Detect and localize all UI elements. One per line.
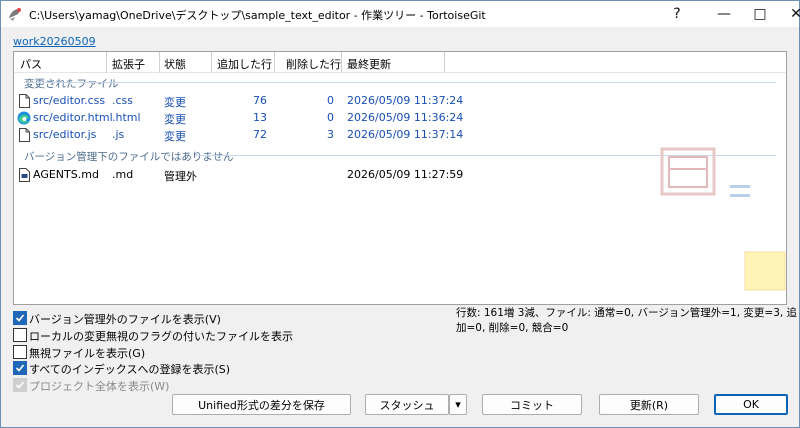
- file-extension: .html: [112, 111, 141, 124]
- file-path: src/editor.css: [33, 94, 106, 107]
- file-path: AGENTS.md: [33, 168, 99, 181]
- commit-button[interactable]: コミット: [482, 394, 582, 415]
- show-ignored-local-changes-label[interactable]: ローカルの変更無視のフラグの付いたファイルを表示: [29, 328, 293, 344]
- column-status[interactable]: 状態: [164, 56, 186, 72]
- group-header-unversioned: バージョン管理下のファイルではありません: [24, 151, 234, 163]
- column-separator[interactable]: [159, 52, 160, 73]
- column-separator[interactable]: [444, 52, 445, 73]
- tortoisegit-app-icon: [9, 8, 21, 21]
- added-lines: 13: [253, 111, 267, 124]
- last-modified: 2026/05/09 11:27:59: [347, 168, 464, 181]
- file-status: 変更: [164, 113, 186, 126]
- column-separator[interactable]: [274, 52, 275, 73]
- file-icon: [19, 128, 30, 142]
- list-header: パス 拡張子 状態 追加した行 削除した行 最終更新: [14, 52, 786, 73]
- deleted-lines: 0: [327, 94, 334, 107]
- last-modified: 2026/05/09 11:36:24: [347, 111, 464, 124]
- maximize-button[interactable]: □: [742, 1, 778, 27]
- last-modified: 2026/05/09 11:37:24: [347, 94, 464, 107]
- column-last-modified[interactable]: 最終更新: [347, 56, 391, 72]
- column-extension[interactable]: 拡張子: [112, 56, 145, 72]
- deleted-lines: 3: [327, 128, 334, 141]
- table-row[interactable]: src/editor.html .html 変更 13 0 2026/05/09…: [14, 110, 786, 126]
- change-stats: 行数: 161増 3減、ファイル: 通常=0, バージョン管理外=1, 変更=3…: [456, 307, 798, 334]
- show-index-registration-label[interactable]: すべてのインデックスへの登録を表示(S): [29, 361, 230, 377]
- compare-watermark-icon: [660, 147, 786, 291]
- table-row[interactable]: src/editor.js .js 変更 72 3 2026/05/09 11:…: [14, 127, 786, 143]
- column-separator[interactable]: [341, 52, 342, 73]
- show-whole-project-label: プロジェクト全体を表示(W): [29, 380, 170, 393]
- column-added-lines[interactable]: 追加した行: [217, 56, 272, 72]
- table-row[interactable]: src/editor.css .css 変更 76 0 2026/05/09 1…: [14, 93, 786, 109]
- added-lines: 76: [253, 94, 267, 107]
- close-button[interactable]: ✕: [778, 1, 800, 27]
- minimize-button[interactable]: —: [706, 1, 742, 27]
- file-extension: .md: [112, 168, 134, 181]
- column-deleted-lines[interactable]: 削除した行: [286, 56, 341, 72]
- markdown-file-icon: [19, 168, 30, 182]
- file-path: src/editor.js: [33, 128, 97, 141]
- file-path: src/editor.html: [33, 111, 113, 124]
- column-separator[interactable]: [106, 52, 107, 73]
- stash-button[interactable]: スタッシュ: [365, 394, 449, 415]
- ok-button[interactable]: OK: [714, 394, 788, 415]
- show-index-registration-checkbox[interactable]: [13, 361, 27, 375]
- edge-icon: [17, 111, 31, 125]
- added-lines: 72: [253, 128, 267, 141]
- group-divider: [24, 82, 776, 83]
- file-status: 管理外: [164, 170, 197, 183]
- file-status: 変更: [164, 130, 186, 143]
- file-extension: .css: [112, 94, 134, 107]
- column-separator[interactable]: [211, 52, 212, 73]
- window-title: C:\Users\yamag\OneDrive\デスクトップ\sample_te…: [29, 9, 486, 22]
- show-ignored-files-checkbox[interactable]: [13, 345, 27, 359]
- show-whole-project-checkbox: [13, 378, 27, 392]
- deleted-lines: 0: [327, 111, 334, 124]
- file-icon: [19, 94, 30, 108]
- last-modified: 2026/05/09 11:37:14: [347, 128, 464, 141]
- show-ignored-files-label[interactable]: 無視ファイルを表示(G): [29, 345, 145, 361]
- tortoisegit-working-tree-window: C:\Users\yamag\OneDrive\デスクトップ\sample_te…: [0, 0, 800, 428]
- show-ignored-local-changes-checkbox[interactable]: [13, 328, 27, 342]
- stash-dropdown-button[interactable]: ▾: [449, 394, 467, 415]
- show-unversioned-label[interactable]: バージョン管理外のファイルを表示(V): [29, 311, 221, 327]
- help-button[interactable]: ?: [659, 1, 695, 27]
- show-unversioned-checkbox[interactable]: [13, 311, 27, 325]
- file-extension: .js: [112, 128, 125, 141]
- file-status: 変更: [164, 96, 186, 109]
- branch-link[interactable]: work20260509: [13, 35, 96, 48]
- save-unified-diff-button[interactable]: Unified形式の差分を保存: [172, 394, 351, 415]
- title-bar[interactable]: C:\Users\yamag\OneDrive\デスクトップ\sample_te…: [1, 1, 800, 27]
- refresh-button[interactable]: 更新(R): [599, 394, 699, 415]
- group-header-changed: 変更されたファイル: [24, 78, 119, 90]
- column-path[interactable]: パス: [20, 56, 42, 72]
